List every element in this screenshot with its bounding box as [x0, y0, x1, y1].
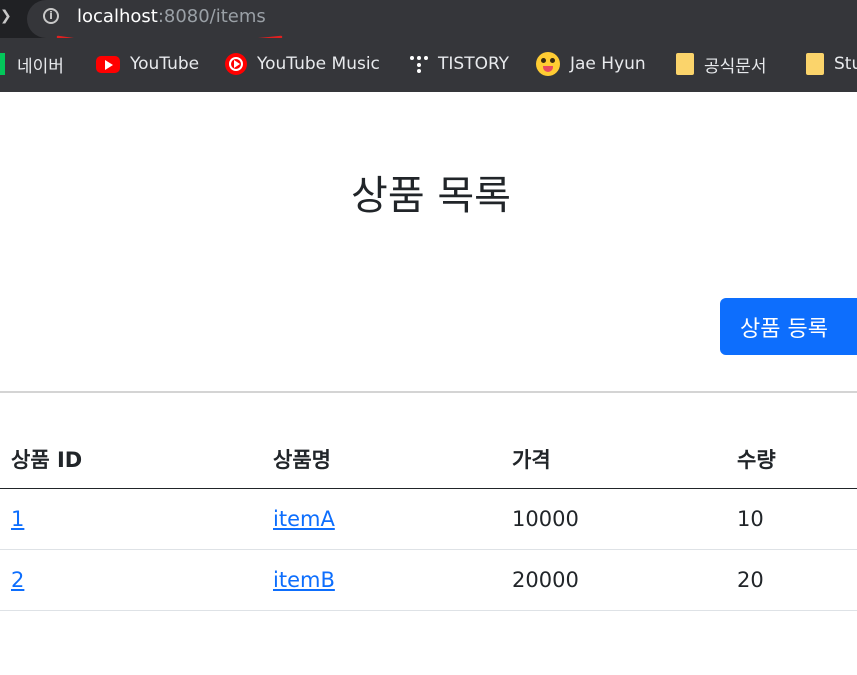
url-path: :8080/items — [157, 6, 266, 27]
bookmark-naver[interactable]: 네이버 — [0, 52, 64, 77]
bookmark-label: 네이버 — [17, 56, 64, 77]
info-icon[interactable]: i — [43, 8, 59, 24]
bookmark-jae-hyun[interactable]: Jae Hyun — [536, 52, 646, 76]
cell-name: itemB — [262, 549, 501, 611]
divider — [0, 391, 857, 393]
emoji-icon — [536, 52, 560, 76]
folder-icon — [806, 53, 824, 75]
chevron-left-icon[interactable]: ❯ — [0, 8, 12, 24]
header-quantity: 수량 — [726, 430, 857, 489]
header-price: 가격 — [501, 430, 726, 489]
bookmark-tistory[interactable]: TISTORY — [410, 52, 509, 76]
cell-quantity: 10 — [726, 488, 857, 550]
cell-quantity: 20 — [726, 549, 857, 611]
youtube-music-icon — [225, 53, 247, 75]
browser-top-bar: ❯ i localhost:8080/items — [0, 0, 857, 46]
bookmark-label: YouTube Music — [257, 54, 380, 74]
register-item-button[interactable]: 상품 등록 — [720, 298, 857, 355]
bookmark-label: Jae Hyun — [570, 54, 646, 74]
item-id-link[interactable]: 1 — [11, 507, 24, 531]
cell-id: 2 — [0, 549, 262, 611]
bookmark-label: TISTORY — [438, 54, 510, 74]
header-name: 상품명 — [262, 430, 501, 489]
bookmark-label: 공식문서 — [704, 56, 767, 77]
table-row: 1 itemA 10000 10 — [0, 488, 857, 550]
naver-icon — [0, 53, 5, 75]
bookmark-youtube[interactable]: YouTube — [96, 52, 199, 76]
items-table: 상품 ID 상품명 가격 수량 1 itemA 10000 10 2 itemB… — [0, 430, 857, 611]
cell-price: 10000 — [501, 488, 726, 550]
bookmark-label: Stu — [834, 54, 857, 74]
cell-name: itemA — [262, 488, 501, 550]
tistory-icon — [410, 55, 428, 73]
bookmark-label: YouTube — [130, 54, 200, 74]
url-text[interactable]: localhost:8080/items — [77, 6, 266, 27]
cell-price: 20000 — [501, 549, 726, 611]
item-id-link[interactable]: 2 — [11, 568, 24, 592]
bookmarks-bar: 네이버 YouTube YouTube Music TISTORY Jae Hy… — [0, 38, 857, 92]
cell-id: 1 — [0, 488, 262, 550]
bookmark-folder-stu[interactable]: Stu — [806, 52, 857, 76]
url-host: localhost — [77, 6, 158, 27]
table-header-row: 상품 ID 상품명 가격 수량 — [0, 430, 857, 489]
item-name-link[interactable]: itemA — [273, 507, 335, 531]
item-name-link[interactable]: itemB — [273, 568, 335, 592]
header-id: 상품 ID — [0, 430, 262, 489]
youtube-icon — [96, 55, 120, 73]
page-title: 상품 목록 — [351, 173, 511, 219]
folder-icon — [676, 53, 694, 75]
bookmark-youtube-music[interactable]: YouTube Music — [225, 52, 380, 76]
bookmark-folder-docs[interactable]: 공식문서 — [676, 52, 767, 77]
table-row: 2 itemB 20000 20 — [0, 549, 857, 611]
